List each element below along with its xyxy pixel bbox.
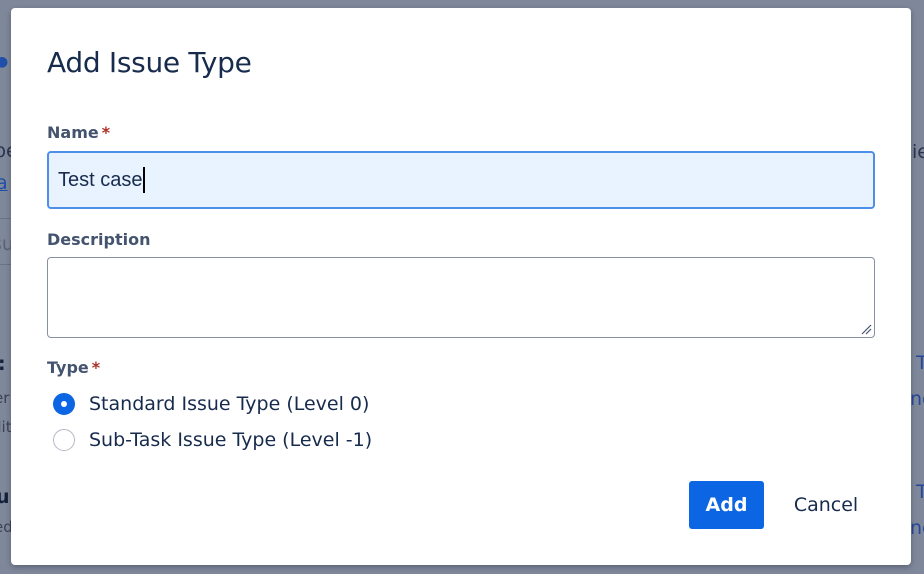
background-text: ● bbox=[0, 54, 9, 70]
radio-label: Standard Issue Type (Level 0) bbox=[89, 393, 370, 415]
background-text: : bbox=[0, 353, 6, 375]
background-link[interactable]: ne bbox=[910, 388, 924, 410]
background-text: er bbox=[0, 389, 10, 407]
background-link[interactable]: ne bbox=[910, 517, 924, 539]
add-button[interactable]: Add bbox=[689, 481, 764, 529]
background-link[interactable]: T bbox=[916, 352, 924, 374]
text-caret bbox=[143, 167, 146, 193]
cancel-button[interactable]: Cancel bbox=[776, 481, 876, 529]
background-text: dit bbox=[0, 418, 12, 436]
description-textarea[interactable] bbox=[47, 257, 875, 338]
dialog-title: Add Issue Type bbox=[47, 46, 252, 79]
background-link[interactable]: T bbox=[916, 481, 924, 503]
radio-label: Sub-Task Issue Type (Level -1) bbox=[89, 429, 373, 451]
resize-grip-icon[interactable] bbox=[860, 323, 872, 335]
background-text: u bbox=[0, 486, 10, 508]
name-input[interactable]: Test case bbox=[47, 151, 875, 209]
description-label: Description bbox=[47, 230, 151, 249]
required-marker: * bbox=[101, 123, 111, 142]
name-input-value: Test case bbox=[58, 168, 143, 191]
type-label: Type * bbox=[47, 358, 100, 377]
background-divider bbox=[0, 264, 11, 265]
background-divider bbox=[0, 218, 11, 219]
radio-standard-issue-type[interactable]: Standard Issue Type (Level 0) bbox=[53, 393, 369, 415]
add-issue-type-dialog: Add Issue Type Name * Test case Descripti… bbox=[11, 8, 911, 565]
radio-subtask-issue-type[interactable]: Sub-Task Issue Type (Level -1) bbox=[53, 429, 372, 451]
name-label: Name * bbox=[47, 123, 110, 142]
required-marker: * bbox=[91, 358, 101, 377]
radio-unchecked-icon[interactable] bbox=[53, 429, 75, 451]
background-text: ie bbox=[912, 141, 924, 163]
name-label-text: Name bbox=[47, 123, 99, 142]
type-label-text: Type bbox=[47, 358, 89, 377]
background-link[interactable]: a bbox=[0, 172, 8, 194]
radio-checked-icon[interactable] bbox=[53, 393, 75, 415]
